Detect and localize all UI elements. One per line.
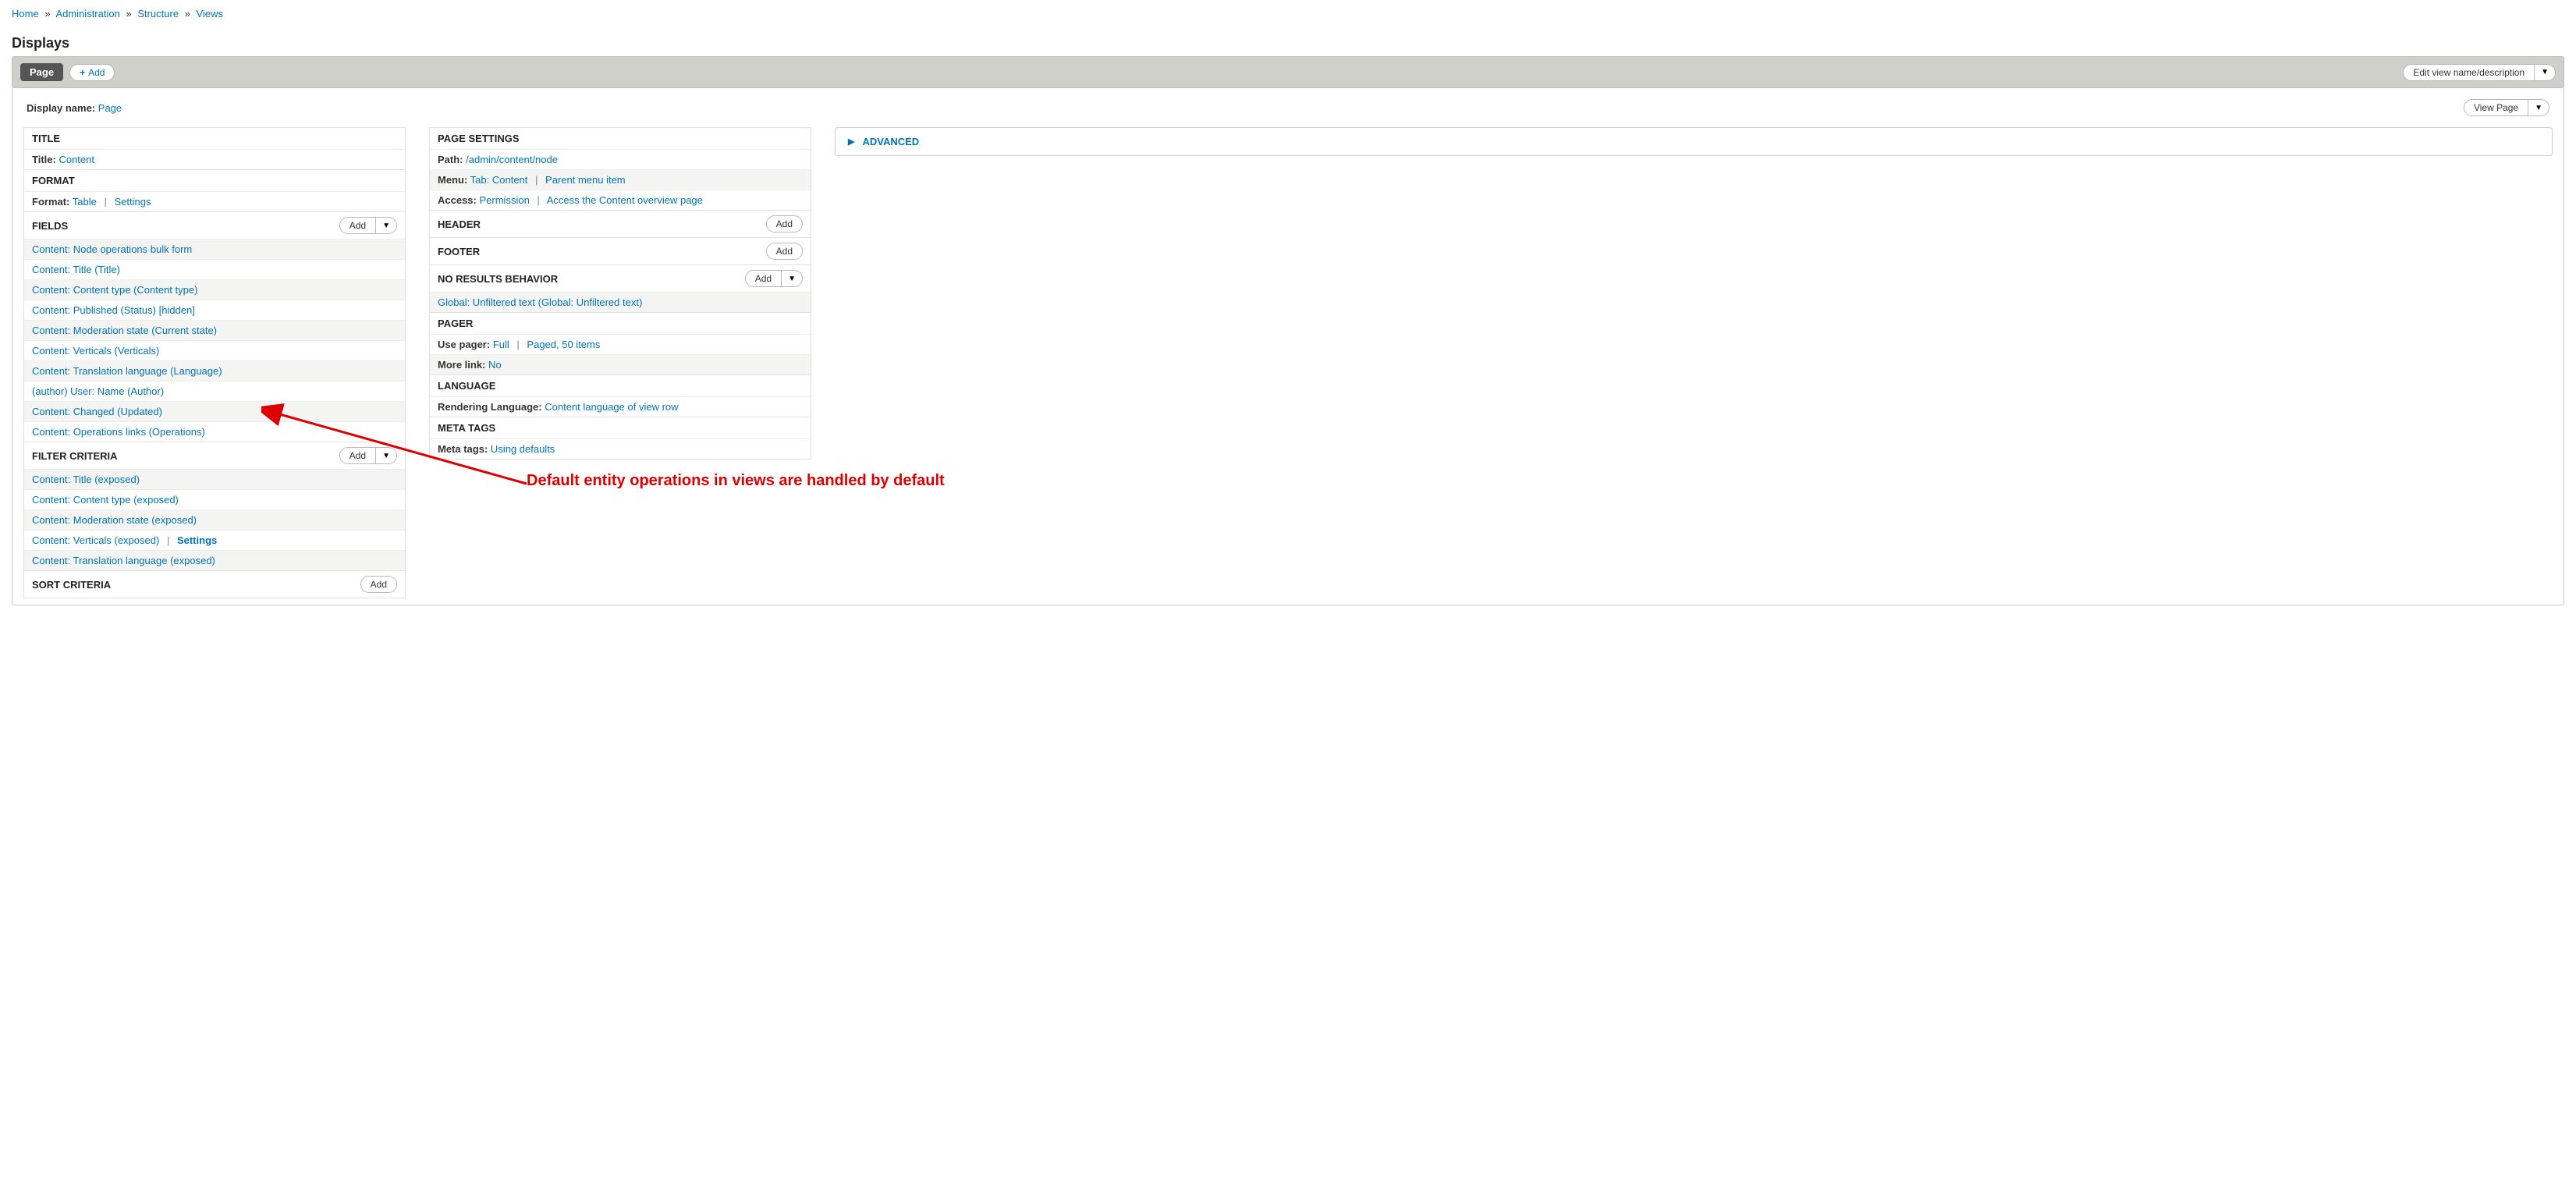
breadcrumb-sep: » [122, 8, 134, 20]
menu-parent[interactable]: Parent menu item [545, 174, 626, 186]
filter-item[interactable]: Content: Translation language (exposed) [32, 555, 215, 566]
use-pager-value[interactable]: Full [493, 339, 509, 350]
menu-value[interactable]: Tab: Content [470, 174, 528, 186]
section-title-title: TITLE [32, 133, 60, 144]
caret-down-icon: ▼ [2541, 68, 2549, 76]
field-item[interactable]: Content: Moderation state (Current state… [32, 325, 217, 336]
filter-item[interactable]: Content: Moderation state (exposed) [32, 514, 197, 526]
add-display-button[interactable]: + Add [69, 64, 115, 81]
field-item[interactable]: Content: Changed (Updated) [32, 406, 162, 417]
noresults-item[interactable]: Global: Unfiltered text (Global: Unfilte… [438, 296, 642, 308]
access-extra[interactable]: Access the Content overview page [547, 194, 703, 206]
triangle-right-icon: ▶ [848, 137, 854, 147]
view-page-caret[interactable]: ▼ [2528, 99, 2549, 116]
section-title-header: HEADER [438, 218, 481, 230]
meta-tags-label: Meta tags: [438, 443, 488, 455]
section-title-noresults: NO RESULTS BEHAVIOR [438, 273, 558, 285]
format-label: Format: [32, 196, 69, 208]
display-tab-page[interactable]: Page [20, 63, 63, 81]
edit-view-name-button[interactable]: Edit view name/description [2403, 64, 2535, 81]
section-title-footer: FOOTER [438, 246, 480, 257]
filter-item[interactable]: Content: Verticals (exposed) [32, 534, 159, 546]
filter-add-caret[interactable]: ▼ [376, 447, 397, 464]
footer-add-button[interactable]: Add [766, 243, 803, 260]
breadcrumb-sep: » [182, 8, 193, 20]
edit-view-name-group: Edit view name/description ▼ [2403, 64, 2556, 81]
more-link-label: More link: [438, 359, 485, 371]
breadcrumb-admin[interactable]: Administration [55, 8, 119, 20]
field-item[interactable]: (author) User: Name (Author) [32, 385, 164, 397]
display-name-label: Display name: [27, 102, 95, 114]
section-title-language: LANGUAGE [438, 380, 495, 392]
caret-down-icon: ▼ [382, 222, 390, 230]
edit-view-name-caret[interactable]: ▼ [2535, 64, 2556, 81]
view-panel: Display name: Page View Page ▼ TITLE Tit… [12, 88, 2564, 605]
field-item[interactable]: Content: Verticals (Verticals) [32, 345, 159, 357]
breadcrumb-structure[interactable]: Structure [137, 8, 179, 20]
format-settings[interactable]: Settings [115, 196, 151, 208]
menu-label: Menu: [438, 174, 467, 186]
use-pager-label: Use pager: [438, 339, 490, 350]
section-title-filter: FILTER CRITERIA [32, 450, 118, 462]
view-page-button[interactable]: View Page [2464, 99, 2528, 116]
display-name-value[interactable]: Page [98, 102, 122, 114]
filter-item-settings[interactable]: Settings [177, 534, 217, 546]
display-name-row: Display name: Page View Page ▼ [23, 99, 2553, 116]
rendering-language-value[interactable]: Content language of view row [545, 401, 678, 413]
column-right: ▶ ADVANCED [835, 127, 2553, 156]
section-title-format: FORMAT [32, 175, 75, 186]
caret-down-icon: ▼ [382, 452, 390, 460]
section-title-sort: SORT CRITERIA [32, 579, 111, 591]
rendering-language-label: Rendering Language: [438, 401, 542, 413]
filter-item[interactable]: Content: Title (exposed) [32, 474, 140, 485]
field-item[interactable]: Content: Node operations bulk form [32, 243, 192, 255]
fields-add-caret[interactable]: ▼ [376, 217, 397, 234]
noresults-add-caret[interactable]: ▼ [782, 270, 803, 287]
field-item[interactable]: Content: Title (Title) [32, 264, 120, 275]
filter-add-button[interactable]: Add [339, 447, 376, 464]
title-label: Title: [32, 154, 56, 165]
access-label: Access: [438, 194, 477, 206]
format-value[interactable]: Table [73, 196, 97, 208]
breadcrumb-sep: » [41, 8, 53, 20]
field-item[interactable]: Content: Published (Status) [hidden] [32, 304, 195, 316]
header-add-button[interactable]: Add [766, 215, 803, 232]
breadcrumb-views[interactable]: Views [197, 8, 223, 20]
breadcrumb: Home » Administration » Structure » View… [12, 8, 2564, 20]
caret-down-icon: ▼ [788, 275, 796, 283]
sort-add-button[interactable]: Add [360, 576, 397, 593]
displays-heading: Displays [12, 35, 2564, 51]
field-item[interactable]: Content: Content type (Content type) [32, 284, 197, 296]
fields-add-button[interactable]: Add [339, 217, 376, 234]
noresults-add-button[interactable]: Add [745, 270, 782, 287]
field-item[interactable]: Content: Translation language (Language) [32, 365, 222, 377]
view-page-group: View Page ▼ [2464, 99, 2549, 116]
filter-item[interactable]: Content: Content type (exposed) [32, 494, 179, 506]
path-label: Path: [438, 154, 463, 165]
more-link-value[interactable]: No [488, 359, 502, 371]
advanced-toggle[interactable]: ▶ ADVANCED [836, 128, 2552, 155]
section-title-meta: META TAGS [438, 422, 495, 434]
section-title-fields: FIELDS [32, 220, 68, 232]
use-pager-extra[interactable]: Paged, 50 items [527, 339, 600, 350]
section-title-pager: PAGER [438, 318, 473, 329]
field-item[interactable]: Content: Operations links (Operations) [32, 426, 205, 438]
column-left: TITLE Title: Content FORMAT Format: Tabl… [23, 127, 406, 598]
plus-icon: + [80, 67, 85, 78]
caret-down-icon: ▼ [2535, 104, 2542, 112]
add-display-label: Add [88, 67, 105, 78]
advanced-label: ADVANCED [862, 136, 919, 147]
access-value[interactable]: Permission [480, 194, 530, 206]
section-title-page-settings: PAGE SETTINGS [438, 133, 520, 144]
column-middle: PAGE SETTINGS Path: /admin/content/node … [429, 127, 811, 460]
title-value[interactable]: Content [59, 154, 94, 165]
path-value[interactable]: /admin/content/node [466, 154, 558, 165]
displays-bar: Page + Add Edit view name/description ▼ [12, 56, 2564, 88]
breadcrumb-home[interactable]: Home [12, 8, 39, 20]
meta-tags-value[interactable]: Using defaults [491, 443, 555, 455]
